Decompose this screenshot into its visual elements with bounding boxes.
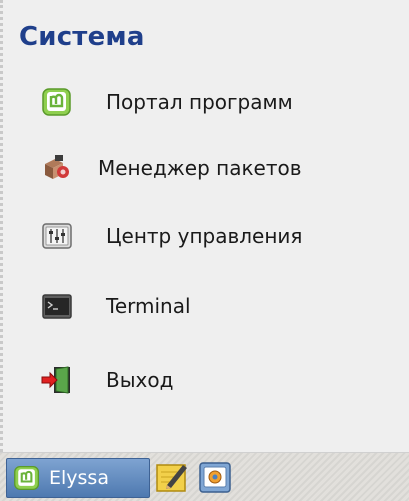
menu-item-software-portal[interactable]: Портал программ (41, 82, 293, 122)
text-editor-launcher[interactable] (155, 459, 189, 495)
menu-item-package-manager[interactable]: Менеджер пакетов (41, 148, 302, 188)
start-menu-label: Elyssa (49, 467, 109, 489)
screenshot-icon (198, 462, 232, 499)
menu-item-label: Terminal (106, 294, 191, 318)
mint-logo-icon (13, 464, 41, 492)
menu-item-terminal[interactable]: Terminal (41, 286, 191, 326)
control-center-icon (41, 220, 73, 252)
text-editor-icon (155, 464, 189, 499)
terminal-icon (41, 290, 73, 322)
mint-logo-icon (41, 86, 73, 118)
package-manager-icon (41, 152, 73, 184)
start-menu-button[interactable]: Elyssa (6, 458, 150, 498)
menu-item-label: Центр управления (106, 224, 303, 248)
menu-item-label: Портал программ (106, 90, 293, 114)
taskbar: Elyssa (0, 452, 409, 501)
logout-icon (41, 364, 73, 396)
application-menu: Система Портал программ Менеджер пакетов (0, 0, 409, 452)
menu-item-control-center[interactable]: Центр управления (41, 216, 302, 256)
section-title: Система (19, 22, 145, 52)
menu-item-label: Менеджер пакетов (98, 156, 302, 180)
screenshot-launcher[interactable] (198, 459, 232, 495)
menu-item-label: Выход (106, 368, 174, 392)
menu-item-logout[interactable]: Выход (41, 360, 173, 400)
